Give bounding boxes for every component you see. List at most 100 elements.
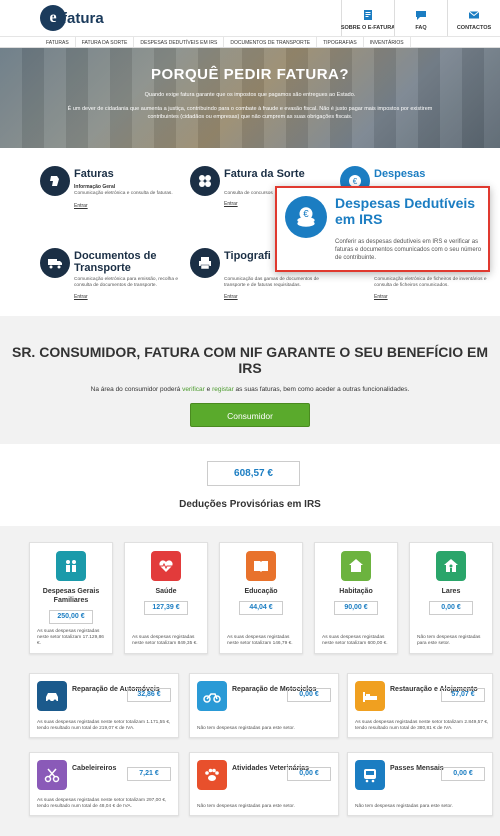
service-faturas[interactable]: Faturas Informação Geral Comunicação ele… — [40, 166, 185, 226]
printer-icon — [190, 248, 220, 278]
card-desc: Não tem despesas registadas para este se… — [197, 804, 295, 809]
hero-banner: PORQUÊ PEDIR FATURA? Quando exige fatura… — [0, 48, 500, 148]
card-value: 90,00 € — [334, 601, 378, 615]
card-desc: Não tem despesas registadas para este se… — [355, 804, 453, 809]
service-desc: Comunicação eletrónica e consulta de fat… — [74, 191, 173, 196]
consumer-section: SR. CONSUMIDOR, FATURA COM NIF GARANTE O… — [0, 316, 500, 444]
home-person-icon — [436, 551, 466, 581]
service-link[interactable]: Entrar — [374, 294, 388, 300]
card-reparacao-automoveis[interactable]: Reparação de Automóveis 32,86 € As suas … — [29, 673, 179, 738]
text-part: as suas faturas, bem como aceder a outra… — [233, 386, 410, 393]
card-value: 0,00 € — [429, 601, 473, 615]
main-menu: FATURAS FATURA DA SORTE DESPESAS DEDUTÍV… — [0, 36, 500, 48]
card-desc: Não tem despesas registadas para este se… — [417, 635, 481, 646]
bus-icon — [355, 760, 385, 790]
card-value: 32,86 € — [127, 688, 171, 702]
total-deductions: 608,57 € — [207, 461, 300, 486]
card-value: 0,00 € — [287, 767, 331, 781]
map-pin-icon — [40, 166, 70, 196]
card-desc: As suas despesas registadas neste setor … — [37, 629, 104, 646]
paw-icon — [197, 760, 227, 790]
menu-item-inventarios[interactable]: INVENTÁRIOS — [364, 37, 411, 47]
card-cabeleireiros[interactable]: Cabeleireiros 7,21 € As suas despesas re… — [29, 752, 179, 816]
card-value: 44,04 € — [239, 601, 283, 615]
register-link[interactable]: registar — [212, 386, 234, 393]
site-header: e fatura SOBRE O E-FATURA FAQ CONTACTOS — [0, 0, 500, 36]
popup-title: Despesas Dedutíveis em IRS — [335, 195, 476, 227]
euro-coins-icon: € — [285, 196, 327, 238]
card-despesas-gerais[interactable]: Despesas Gerais Familiares 250,00 € As s… — [29, 542, 113, 654]
nav-contactos[interactable]: CONTACTOS — [447, 0, 500, 36]
card-desc: As suas despesas registadas neste setor … — [227, 635, 293, 646]
card-name: Saúde — [155, 588, 177, 595]
menu-item-faturas[interactable]: FATURAS — [40, 37, 76, 47]
hero-line2: É um dever de cidadania que aumenta a ju… — [67, 106, 433, 120]
card-desc: As suas despesas registadas neste setor … — [37, 798, 167, 809]
envelope-icon — [468, 11, 480, 19]
card-desc: As suas despesas registadas neste setor … — [355, 720, 489, 731]
svg-text:€: € — [303, 209, 309, 220]
service-documentos[interactable]: Documentos de Transporte Comunicação ele… — [40, 248, 185, 308]
card-lares[interactable]: Lares 0,00 € Não tem despesas registadas… — [409, 542, 493, 654]
popup-desc: Conferir as despesas dedutíveis em IRS e… — [335, 239, 482, 261]
header-nav: SOBRE O E-FATURA FAQ CONTACTOS — [341, 0, 500, 36]
consumer-text: Na área do consumidor poderá verificar e… — [0, 386, 500, 393]
service-link[interactable]: Entrar — [74, 294, 88, 300]
despesas-popup[interactable]: € Despesas Dedutíveis em IRS Conferir as… — [275, 186, 490, 272]
card-educacao[interactable]: Educação 44,04 € As suas despesas regist… — [219, 542, 303, 654]
card-name: Habitação — [339, 588, 373, 595]
family-icon — [56, 551, 86, 581]
card-value: 127,39 € — [144, 601, 188, 615]
consumer-button[interactable]: Consumidor — [190, 403, 310, 427]
service-link[interactable]: Entrar — [224, 294, 238, 300]
heart-monitor-icon — [151, 551, 181, 581]
text-part: e — [204, 386, 213, 393]
card-desc: As suas despesas registadas neste setor … — [322, 635, 388, 646]
service-title: Tipografi — [224, 250, 271, 262]
service-link[interactable]: Entrar — [224, 201, 238, 207]
deduction-cards: Despesas Gerais Familiares 250,00 € As s… — [0, 530, 500, 836]
chat-icon — [416, 11, 426, 20]
verify-link[interactable]: verificar — [182, 386, 205, 393]
card-name: Educação — [244, 588, 278, 595]
card-habitacao[interactable]: Habitação 90,00 € As suas despesas regis… — [314, 542, 398, 654]
service-title: Fatura da Sorte — [224, 168, 305, 180]
card-veterinarias[interactable]: Atividades Veterinárias 0,00 € Não tem d… — [189, 752, 339, 816]
card-name: Lares — [441, 588, 461, 595]
hero-line1: Quando exige fatura garante que os impos… — [144, 92, 356, 98]
card-reparacao-motociclos[interactable]: Reparação de Motociclos 0,00 € Não tem d… — [189, 673, 339, 738]
service-subtitle: Informação Geral — [74, 184, 116, 190]
service-title: Despesas — [374, 168, 426, 180]
card-restauracao[interactable]: Restauração e Alojamento 57,07 € As suas… — [347, 673, 493, 738]
deductions-title: Deduções Provisórias em IRS — [179, 499, 321, 510]
service-link[interactable]: Entrar — [74, 203, 88, 209]
card-passes-mensais[interactable]: Passes Mensais 0,00 € Não tem despesas r… — [347, 752, 493, 816]
motorcycle-icon — [197, 681, 227, 711]
nav-label: FAQ — [415, 25, 427, 31]
card-desc: As suas despesas registadas neste setor … — [132, 635, 198, 646]
card-name: Passes Mensais — [390, 765, 444, 772]
service-desc: Comunicação das gamas de documentos de t… — [224, 277, 319, 288]
efatura-logo[interactable]: e fatura — [40, 5, 104, 31]
scissors-icon — [37, 760, 67, 790]
card-desc: As suas despesas registadas neste setor … — [37, 720, 171, 731]
menu-item-tipografias[interactable]: TIPOGRAFIAS — [317, 37, 364, 47]
bed-icon — [355, 681, 385, 711]
card-saude[interactable]: Saúde 127,39 € As suas despesas registad… — [124, 542, 208, 654]
book-icon — [246, 551, 276, 581]
deductions-header: 608,57 € Deduções Provisórias em IRS — [0, 444, 500, 526]
house-icon — [341, 551, 371, 581]
menu-item-documentos[interactable]: DOCUMENTOS DE TRANSPORTE — [224, 37, 318, 47]
nav-faq[interactable]: FAQ — [394, 0, 447, 36]
service-desc: Comunicação eletrónica para emissão, rec… — [74, 277, 178, 288]
document-icon — [364, 10, 372, 20]
menu-item-fatura-sorte[interactable]: FATURA DA SORTE — [76, 37, 135, 47]
logo-text: fatura — [62, 9, 104, 27]
text-part: Na área do consumidor poderá — [90, 386, 183, 393]
nav-sobre[interactable]: SOBRE O E-FATURA — [341, 0, 395, 36]
menu-item-despesas[interactable]: DESPESAS DEDUTÍVEIS EM IRS — [134, 37, 225, 47]
card-name: Despesas Gerais Familiares — [42, 588, 100, 604]
service-title: Documentos de Transporte — [74, 250, 157, 274]
service-desc: Comunicação eletrónica de ficheiros de i… — [374, 277, 487, 288]
card-value: 250,00 € — [49, 610, 93, 624]
